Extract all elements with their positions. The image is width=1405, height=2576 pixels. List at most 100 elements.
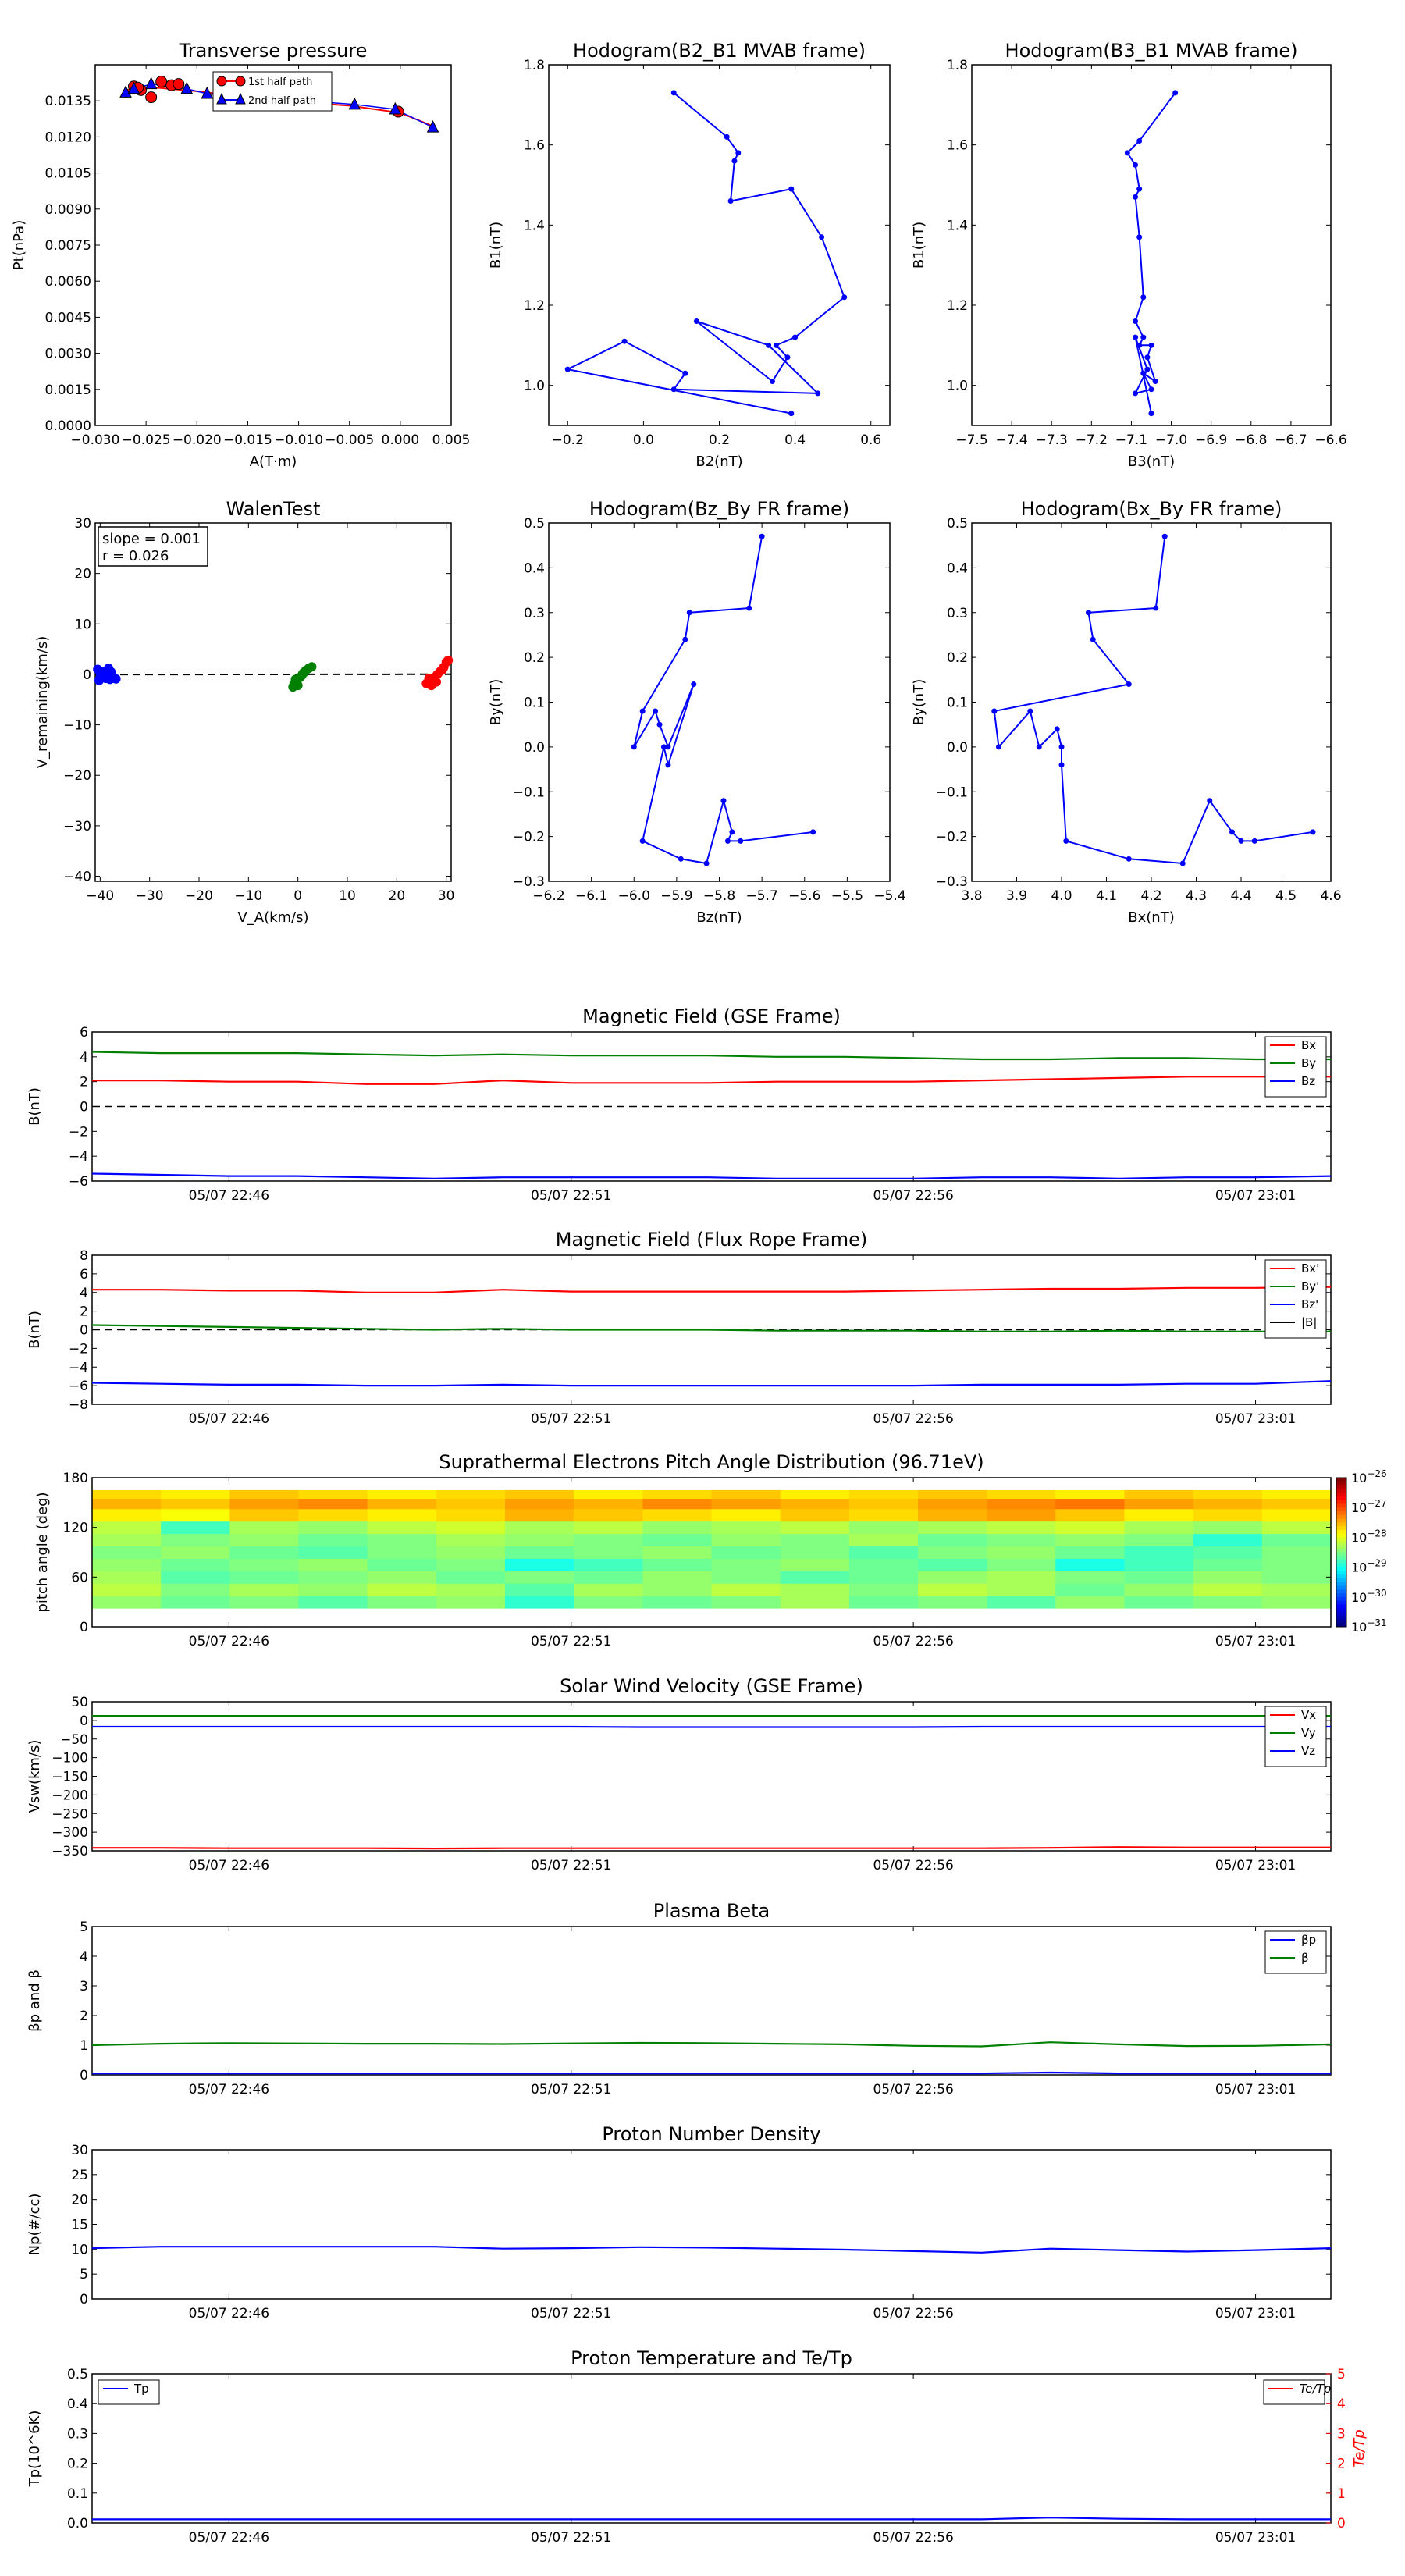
pad-cell bbox=[848, 1508, 919, 1522]
pad-cell bbox=[987, 1489, 1056, 1500]
walen-xtick-label: −20 bbox=[185, 888, 213, 904]
bfr-ytick-label: −8 bbox=[69, 1397, 88, 1413]
bfr-ytick-label: 2 bbox=[80, 1304, 88, 1320]
bgse-ylabel: B(nT) bbox=[27, 1087, 43, 1126]
pad-cell bbox=[780, 1533, 850, 1547]
pad-colorbar-step bbox=[1336, 1537, 1346, 1542]
pad-cell bbox=[505, 1489, 574, 1500]
tp-right-legend: Te/Tp bbox=[1263, 2379, 1331, 2405]
pad-cell bbox=[1124, 1533, 1194, 1547]
tp-ytick-right-label: 4 bbox=[1337, 2396, 1346, 2412]
beta-xtick-label: 05/07 22:56 bbox=[873, 2082, 953, 2097]
pad-cell bbox=[229, 1583, 299, 1596]
pt-xtick-label: 0.000 bbox=[382, 432, 420, 448]
bfr-ytick-label: 4 bbox=[80, 1286, 88, 1301]
pad-cell bbox=[918, 1498, 987, 1510]
tp-xtick-label: 05/07 22:56 bbox=[873, 2530, 953, 2546]
pad-cell bbox=[1124, 1508, 1194, 1522]
pad-colorbar-step bbox=[1336, 1571, 1346, 1575]
pad-cell bbox=[505, 1508, 574, 1522]
hodo2-ylabel: B1(nT) bbox=[911, 222, 927, 269]
hodo4-point bbox=[1251, 838, 1257, 844]
pad-cell bbox=[918, 1489, 987, 1500]
walen-annotation-r: r = 0.026 bbox=[102, 548, 169, 564]
hodo2-point bbox=[1133, 318, 1139, 325]
hodo3-xtick-label: −6.2 bbox=[532, 888, 564, 904]
hodo3-xtick-label: −5.6 bbox=[788, 888, 820, 904]
pad-colorbar-step bbox=[1336, 1556, 1346, 1560]
pad-cell bbox=[642, 1498, 712, 1510]
hodo1-point bbox=[788, 186, 795, 192]
hodo3-ytick-label: −0.1 bbox=[513, 785, 545, 800]
vsw-ytick-label: 0 bbox=[80, 1713, 88, 1729]
beta-ylabel: βp and β bbox=[27, 1969, 43, 2032]
pad-cell bbox=[574, 1533, 643, 1547]
pad-cell bbox=[574, 1521, 643, 1535]
pt-xtick-label: −0.020 bbox=[173, 432, 222, 448]
hodo3-xlabel: Bz(nT) bbox=[696, 909, 742, 926]
pad-cell bbox=[574, 1583, 643, 1596]
hodo2-point bbox=[1140, 294, 1147, 301]
pad-colorbar-step bbox=[1336, 1478, 1346, 1482]
hodo1-xtick-label: 0.2 bbox=[709, 432, 730, 448]
pt-ytick-label: 0.0045 bbox=[45, 310, 91, 326]
pad-cell bbox=[229, 1596, 299, 1609]
pad-cell bbox=[1055, 1546, 1125, 1559]
bfr-legend-label: |B| bbox=[1301, 1315, 1317, 1329]
hodo4-xtick-label: 4.1 bbox=[1096, 888, 1117, 904]
hodo2-point bbox=[1136, 186, 1143, 192]
pad-cell bbox=[780, 1571, 850, 1584]
pad-cell bbox=[848, 1546, 919, 1559]
hodo4-point bbox=[1179, 860, 1186, 866]
bfr-ytick-label: 6 bbox=[80, 1267, 88, 1283]
bgse-ytick-label: −2 bbox=[69, 1124, 88, 1140]
hodo3-xtick-label: −6.0 bbox=[618, 888, 650, 904]
pad-cell bbox=[92, 1489, 162, 1500]
bfr-xtick-label: 05/07 22:51 bbox=[531, 1411, 611, 1427]
hodo2-point bbox=[1136, 138, 1143, 144]
bgse-ytick-label: 4 bbox=[80, 1050, 88, 1066]
hodo1-xtick-label: 0.0 bbox=[633, 432, 654, 448]
walen-point bbox=[443, 655, 454, 665]
vsw-xtick-label: 05/07 22:51 bbox=[531, 1858, 611, 1873]
pad-cell bbox=[1124, 1489, 1194, 1500]
pad-cell bbox=[436, 1546, 506, 1559]
pad-cell bbox=[987, 1596, 1056, 1609]
pad-ytick-label: 180 bbox=[63, 1471, 88, 1486]
hodo3-point bbox=[660, 744, 667, 750]
bfr-ytick-label: −2 bbox=[69, 1341, 88, 1357]
pad-cell bbox=[161, 1521, 230, 1535]
pad-colorbar-step bbox=[1336, 1582, 1346, 1586]
hodo4-point bbox=[1036, 744, 1042, 750]
hodo1-point bbox=[731, 158, 738, 164]
pad-cell bbox=[987, 1533, 1056, 1547]
np-xtick-label: 05/07 23:01 bbox=[1215, 2306, 1296, 2322]
pad-cell bbox=[92, 1533, 162, 1547]
beta-xtick-label: 05/07 22:46 bbox=[189, 2082, 269, 2097]
bfr-xtick-label: 05/07 23:01 bbox=[1215, 1411, 1296, 1427]
pad-colorbar-step bbox=[1336, 1510, 1346, 1516]
pad-cell bbox=[161, 1546, 230, 1559]
hodo2-point bbox=[1148, 342, 1154, 348]
pad-colorbar-step bbox=[1336, 1485, 1346, 1489]
pad-cell bbox=[1055, 1521, 1125, 1535]
hodo2-point bbox=[1144, 366, 1151, 372]
hodo1-point bbox=[815, 390, 821, 397]
hodo3-point bbox=[746, 605, 752, 611]
hodo1-point bbox=[735, 150, 742, 156]
hodo4-point bbox=[1207, 798, 1213, 804]
pad-cell bbox=[1193, 1508, 1263, 1522]
bfr-ytick-label: −4 bbox=[69, 1360, 88, 1375]
hodo4-point bbox=[1054, 726, 1060, 732]
pad-colorbar-step bbox=[1336, 1585, 1346, 1590]
hodo2-ytick-label: 1.4 bbox=[947, 218, 968, 233]
pad-cell bbox=[1261, 1489, 1332, 1500]
walen-ytick-label: 30 bbox=[74, 516, 91, 532]
pad-cell bbox=[1124, 1521, 1194, 1535]
walen-ytick-label: 20 bbox=[74, 567, 91, 582]
walen-ytick-label: −10 bbox=[63, 718, 91, 734]
tp-ytick-label: 0.1 bbox=[67, 2486, 88, 2502]
pad-cell bbox=[1055, 1508, 1125, 1522]
hodo1-point bbox=[682, 370, 688, 376]
pad-cell bbox=[848, 1521, 919, 1535]
